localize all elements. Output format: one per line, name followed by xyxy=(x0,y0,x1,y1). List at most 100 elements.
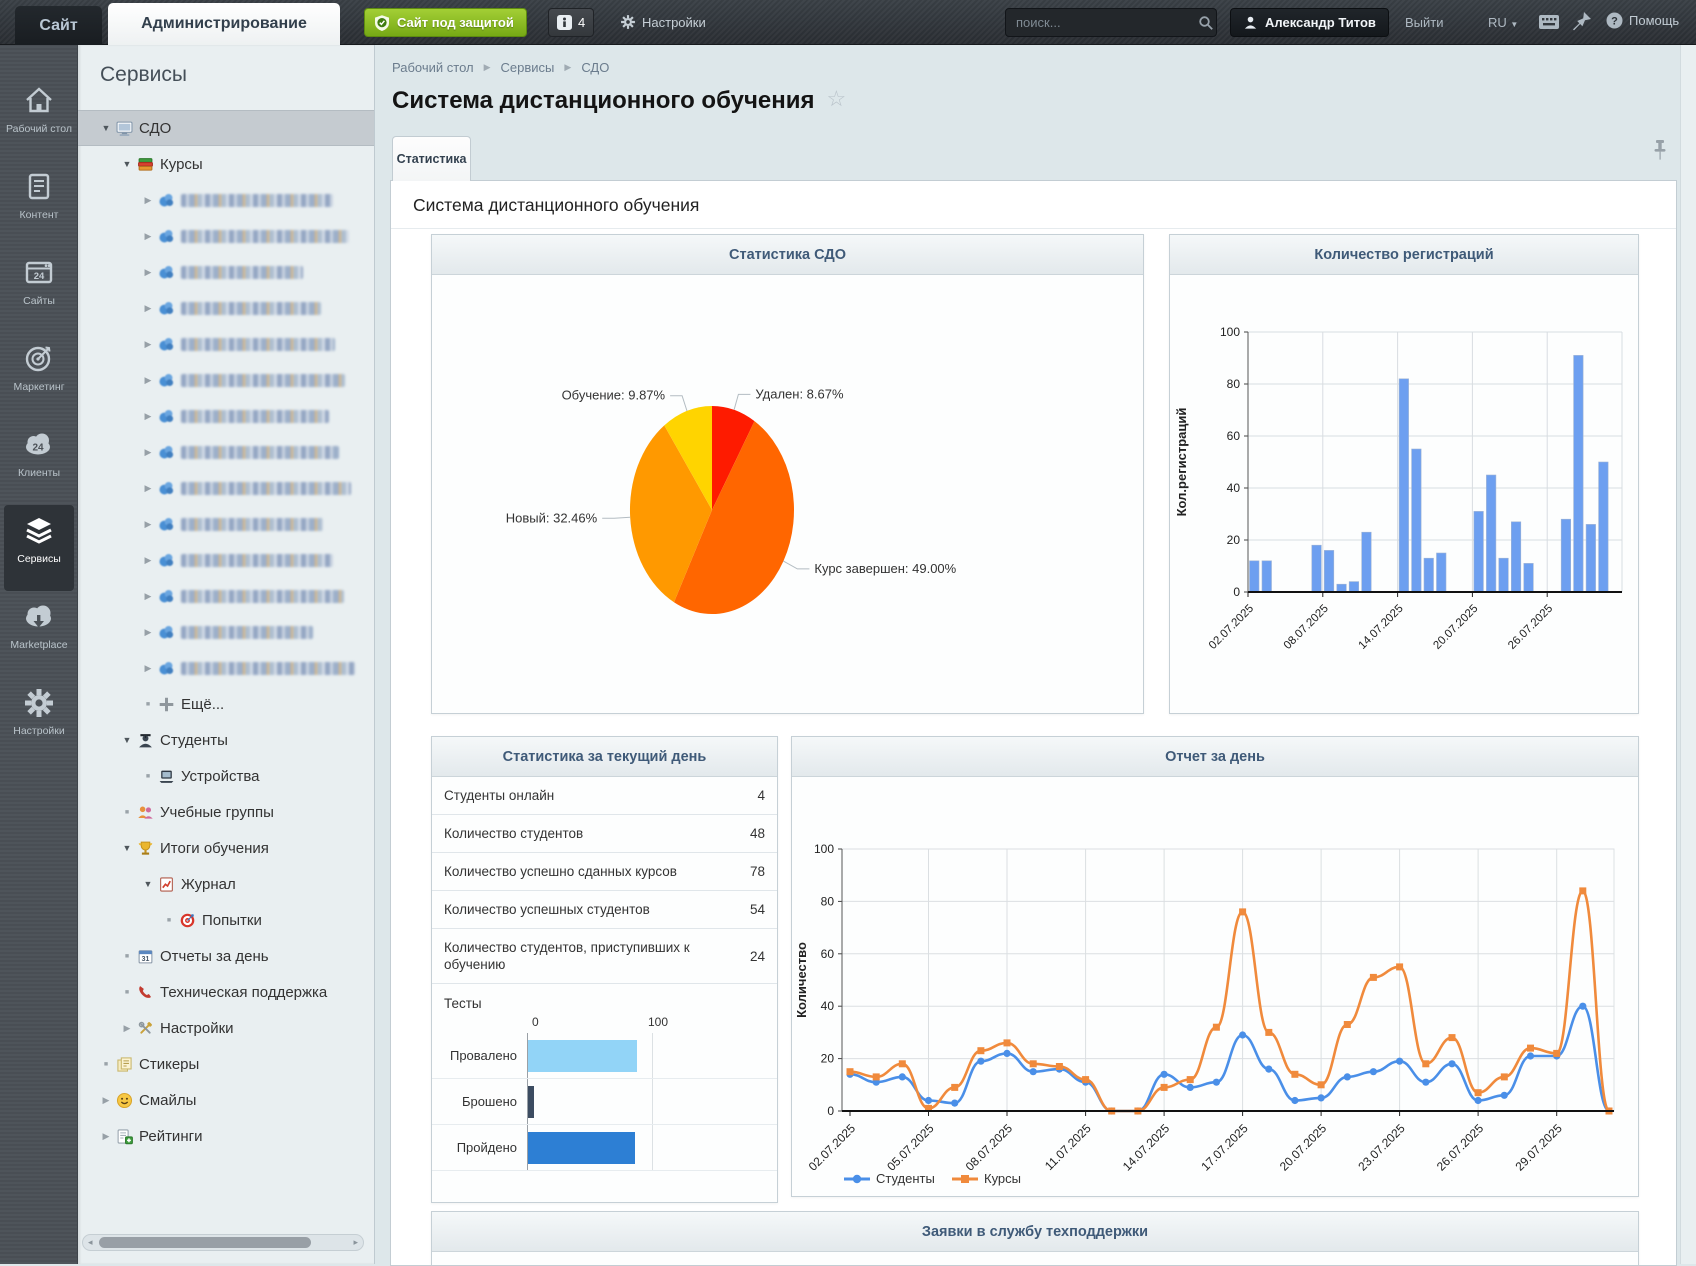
svg-text:08.07.2025: 08.07.2025 xyxy=(1282,603,1331,652)
tree-item-masked-course[interactable]: ▶ xyxy=(78,218,374,254)
bullet-icon[interactable]: ■ xyxy=(119,809,135,816)
bullet-icon[interactable]: ■ xyxy=(119,989,135,996)
tree-item-journal[interactable]: ▼Журнал xyxy=(78,866,374,902)
tree-item-target[interactable]: ■Попытки xyxy=(78,902,374,938)
pushpin-icon[interactable] xyxy=(1652,140,1668,164)
tree-item-masked-course[interactable]: ▶ xyxy=(78,614,374,650)
tree-item-sdo[interactable]: ▼СДО xyxy=(78,110,374,146)
student-icon xyxy=(137,732,154,749)
expand-icon[interactable]: ▶ xyxy=(140,411,156,422)
tree-item-masked-course[interactable]: ▶ xyxy=(78,290,374,326)
tree-item-group[interactable]: ■Учебные группы xyxy=(78,794,374,830)
tree-item-calendar[interactable]: ■31Отчеты за день xyxy=(78,938,374,974)
tree-item-books[interactable]: ▼Курсы xyxy=(78,146,374,182)
expand-icon[interactable]: ▶ xyxy=(140,627,156,638)
expand-icon[interactable]: ▶ xyxy=(98,1095,114,1106)
sidebar-item-sites[interactable]: 24Сайты xyxy=(0,247,78,333)
logout-link[interactable]: Выйти xyxy=(1405,15,1444,30)
collapse-icon[interactable]: ▼ xyxy=(119,843,135,853)
tab-site[interactable]: Сайт xyxy=(15,6,102,45)
tree-item-smiley[interactable]: ▶Смайлы xyxy=(78,1082,374,1118)
tree-item-laptop[interactable]: ■Устройства xyxy=(78,758,374,794)
bullet-icon[interactable]: ■ xyxy=(161,917,177,924)
tree-horizontal-scrollbar[interactable]: ◂ ▸ xyxy=(82,1234,364,1251)
user-menu-button[interactable]: Александр Титов xyxy=(1230,8,1389,37)
notifications-badge[interactable]: 4 xyxy=(548,8,594,37)
collapse-icon[interactable]: ▼ xyxy=(119,735,135,745)
expand-icon[interactable]: ▶ xyxy=(140,483,156,494)
sidebar-item-marketplace[interactable]: Marketplace xyxy=(0,591,78,677)
search-icon[interactable] xyxy=(1198,15,1222,31)
site-protected-button[interactable]: Сайт под защитой xyxy=(364,8,527,37)
scrollbar-thumb[interactable] xyxy=(99,1237,311,1248)
masked-course-label xyxy=(181,554,333,567)
tree-item-ratings[interactable]: ▶Рейтинги xyxy=(78,1118,374,1154)
masked-course-label xyxy=(181,194,333,207)
sidebar-item-marketing[interactable]: Маркетинг xyxy=(0,333,78,419)
tree-item-label: Отчеты за день xyxy=(160,948,269,965)
legend-item[interactable]: Курсы xyxy=(952,1171,1021,1186)
legend-item[interactable]: Студенты xyxy=(844,1171,935,1186)
scroll-left-icon[interactable]: ◂ xyxy=(88,1237,93,1248)
expand-icon[interactable]: ▶ xyxy=(140,519,156,530)
hotkeys-icon[interactable] xyxy=(1538,13,1560,31)
pin-panel-icon[interactable] xyxy=(1572,11,1592,32)
expand-icon[interactable]: ▶ xyxy=(140,555,156,566)
tree-item-masked-course[interactable]: ▶ xyxy=(78,362,374,398)
bullet-icon[interactable]: ■ xyxy=(140,701,156,708)
collapse-icon[interactable]: ▼ xyxy=(140,879,156,889)
tree-item-trophy[interactable]: ▼Итоги обучения xyxy=(78,830,374,866)
tree-item-masked-course[interactable]: ▶ xyxy=(78,578,374,614)
favorite-star-icon[interactable]: ☆ xyxy=(826,86,846,112)
expand-icon[interactable]: ▶ xyxy=(140,267,156,278)
breadcrumb-desktop[interactable]: Рабочий стол xyxy=(392,60,474,75)
tree-item-masked-course[interactable]: ▶ xyxy=(78,398,374,434)
tree-item-student[interactable]: ▼Студенты xyxy=(78,722,374,758)
tree-item-phone[interactable]: ■Техническая поддержка xyxy=(78,974,374,1010)
expand-icon[interactable]: ▶ xyxy=(119,1023,135,1034)
expand-icon[interactable]: ▶ xyxy=(140,375,156,386)
collapse-icon[interactable]: ▼ xyxy=(98,123,114,133)
expand-icon[interactable]: ▶ xyxy=(140,231,156,242)
tree-item-masked-course[interactable]: ▶ xyxy=(78,470,374,506)
tree-item-masked-course[interactable]: ▶ xyxy=(78,254,374,290)
help-button[interactable]: ? Помощь xyxy=(1606,12,1679,29)
breadcrumb-sdo[interactable]: СДО xyxy=(581,60,609,75)
tests-bar xyxy=(528,1040,637,1072)
tab-administration[interactable]: Администрирование xyxy=(108,3,340,45)
tree-item-masked-course[interactable]: ▶ xyxy=(78,182,374,218)
page-scrollbar[interactable] xyxy=(1680,45,1696,1264)
breadcrumb-services[interactable]: Сервисы xyxy=(501,60,555,75)
tab-statistics[interactable]: Статистика xyxy=(392,136,471,181)
expand-icon[interactable]: ▶ xyxy=(140,339,156,350)
expand-icon[interactable]: ▶ xyxy=(140,447,156,458)
tree-item-plus[interactable]: ■Ещё... xyxy=(78,686,374,722)
sidebar-item-clients[interactable]: 24Клиенты xyxy=(0,419,78,505)
topbar-settings-button[interactable]: Настройки xyxy=(620,14,706,30)
language-selector[interactable]: RU ▼ xyxy=(1488,15,1518,30)
tree-item-stickers[interactable]: ■Стикеры xyxy=(78,1046,374,1082)
scroll-right-icon[interactable]: ▸ xyxy=(353,1237,358,1248)
tree-item-masked-course[interactable]: ▶ xyxy=(78,506,374,542)
tree-item-masked-course[interactable]: ▶ xyxy=(78,326,374,362)
bullet-icon[interactable]: ■ xyxy=(140,773,156,780)
sidebar-item-label: Маркетинг xyxy=(0,381,78,393)
sidebar-item-label: Настройки xyxy=(0,725,78,737)
tree-item-masked-course[interactable]: ▶ xyxy=(78,542,374,578)
tree-item-masked-course[interactable]: ▶ xyxy=(78,650,374,686)
tree-item-masked-course[interactable]: ▶ xyxy=(78,434,374,470)
bullet-icon[interactable]: ■ xyxy=(119,953,135,960)
sidebar-item-content[interactable]: Контент xyxy=(0,161,78,247)
bullet-icon[interactable]: ■ xyxy=(98,1061,114,1068)
sidebar-item-gear[interactable]: Настройки xyxy=(0,677,78,763)
expand-icon[interactable]: ▶ xyxy=(140,663,156,674)
expand-icon[interactable]: ▶ xyxy=(140,591,156,602)
expand-icon[interactable]: ▶ xyxy=(98,1131,114,1142)
sidebar-item-home[interactable]: Рабочий стол xyxy=(0,75,78,161)
search-input[interactable] xyxy=(1006,15,1198,30)
expand-icon[interactable]: ▶ xyxy=(140,195,156,206)
expand-icon[interactable]: ▶ xyxy=(140,303,156,314)
tree-item-tools[interactable]: ▶Настройки xyxy=(78,1010,374,1046)
sidebar-item-services[interactable]: Сервисы xyxy=(4,505,74,591)
collapse-icon[interactable]: ▼ xyxy=(119,159,135,169)
